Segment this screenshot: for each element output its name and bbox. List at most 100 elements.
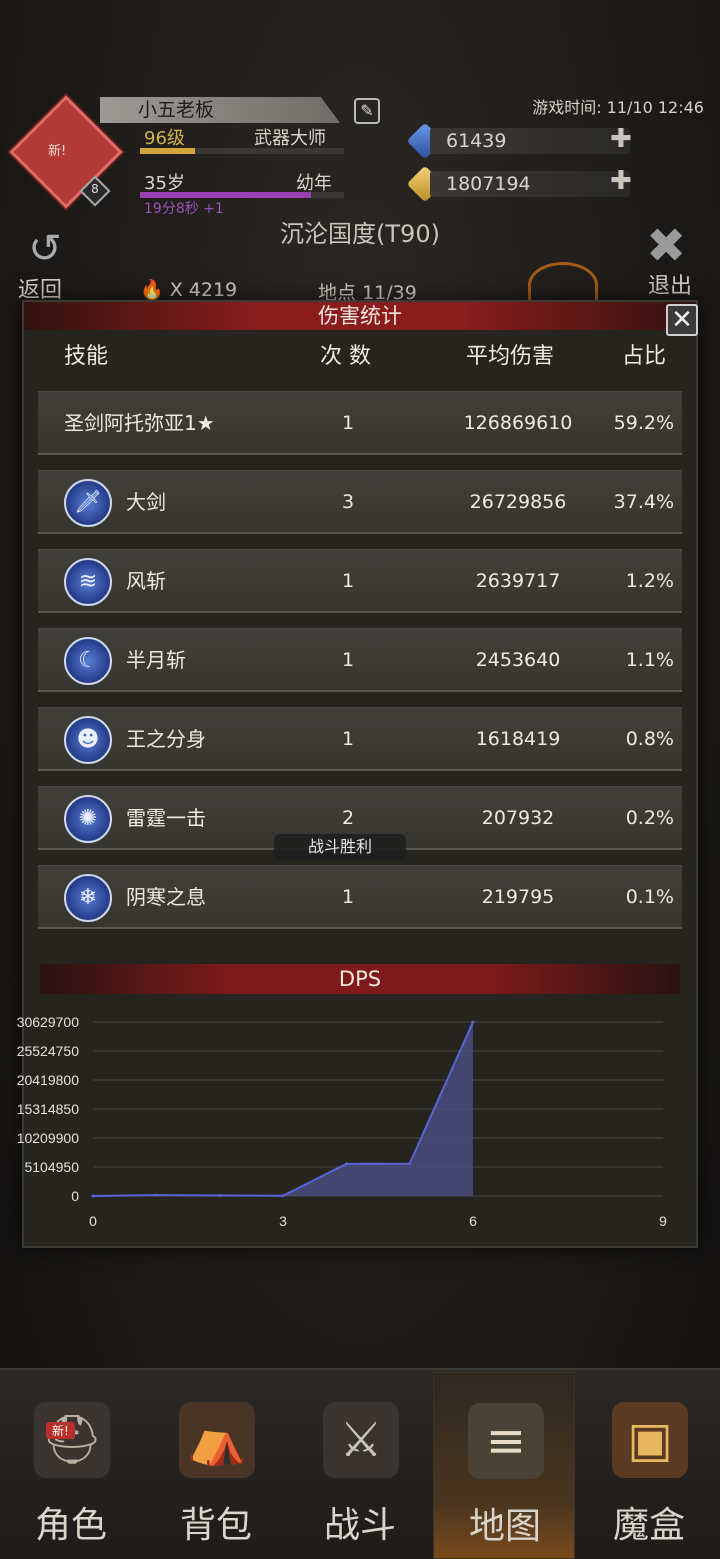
torch-icon: 🔥 [140,279,164,301]
y-tick-label: 5104950 [24,1159,79,1175]
y-tick-label: 20419800 [17,1072,80,1088]
column-header-avg-damage: 平均伤害 [466,344,555,369]
kill-count-value: X 4219 [169,279,238,301]
skill-name: 半月斩 [126,648,186,672]
column-header-skill: 技能 [64,344,109,369]
skill-avg-damage: 207932 [481,807,555,829]
skill-name: 王之分身 [126,727,206,751]
skill-ratio: 0.8% [625,728,674,750]
y-tick-label: 30629700 [17,1014,80,1030]
skill-avg-damage: 126869610 [463,412,573,434]
kill-count: 🔥 X 4219 [140,278,237,301]
xp-bar [140,148,344,154]
nav-tab-character[interactable]: ⛑ 新! 角色 [0,1372,142,1559]
table-row: 🗡 大剑 3 26729856 37.4% [38,470,682,534]
dps-point [154,1193,158,1197]
nav-label: 背包 [179,1505,252,1546]
dps-point [408,1162,412,1166]
dps-point [344,1162,348,1166]
new-badge: 新! [46,1422,75,1439]
skill-name: 阴寒之息 [126,885,206,909]
table-row: 圣剑阿托弥亚1★ 1 126869610 59.2% [38,391,682,455]
skill-count: 1 [341,649,355,671]
nav-label: 战斗 [323,1505,396,1546]
skill-count: 1 [341,886,355,908]
panel-title: 伤害统计 [24,302,696,330]
backpack-icon: ⛺ [179,1402,255,1478]
table-row: ❄ 阴寒之息 1 219795 0.1% [38,865,682,929]
table-row: ≋ 风斩 1 2639717 1.2% [38,549,682,613]
skill-ratio: 1.1% [625,649,674,671]
x-tick-label: 9 [659,1213,667,1229]
y-tick-label: 15314850 [17,1101,80,1117]
skill-ratio: 0.2% [625,807,674,829]
nav-tab-battle[interactable]: ⚔ 战斗 [289,1372,431,1559]
gem-count: 61439 [430,128,630,154]
dps-point [281,1194,285,1198]
dps-point [91,1194,95,1198]
dps-point [471,1020,475,1024]
nav-tab-backpack[interactable]: ⛺ 背包 [145,1372,287,1559]
skill-ratio: 1.2% [625,570,674,592]
sword-icon: 🗡 [64,479,112,527]
skill-avg-damage: 26729856 [469,491,567,513]
add-gems-button[interactable]: ✚ [610,124,632,154]
x-tick-label: 6 [469,1213,477,1229]
battle-victory-toast: 战斗胜利 [274,834,406,860]
skill-ratio: 0.1% [625,886,674,908]
skill-name: 大剑 [126,490,166,514]
back-icon[interactable]: ↺ [14,226,76,272]
wind-slash-icon: ≋ [64,558,112,606]
game-time: 游戏时间: 11/10 12:46 [532,98,704,117]
exit-button[interactable]: 退出 [648,268,692,300]
dps-chart: 0 5104950 10209900 15314850 20419800 25524750… [17,1014,667,1229]
frost-breath-icon: ❄ [64,874,112,922]
skill-ratio: 59.2% [613,412,674,434]
nav-tab-map[interactable]: ≡ 地图 [433,1372,575,1559]
crescent-icon: ☾ [64,637,112,685]
player-title: 武器大师 [254,128,326,149]
skill-count: 1 [341,412,355,434]
clone-icon: ☻ [64,716,112,764]
close-button[interactable]: ✕ [666,304,698,336]
skill-count: 1 [341,728,355,750]
edit-icon[interactable]: ✎ [354,98,380,124]
player-name: 小五老板 [100,97,340,123]
dps-title: DPS [40,964,680,994]
skill-count: 3 [341,491,355,513]
nav-label: 地图 [468,1506,541,1547]
dps-point [218,1194,222,1198]
y-tick-label: 25524750 [17,1043,80,1059]
skill-ratio: 37.4% [613,491,674,513]
avatar-level-text: 8 [91,182,99,196]
skill-name: 风斩 [126,569,166,593]
add-gold-button[interactable]: ✚ [610,166,632,196]
skill-count: 1 [341,570,355,592]
skill-avg-damage: 1618419 [475,728,561,750]
thunder-icon: ✺ [64,795,112,843]
x-tick-label: 3 [279,1213,287,1229]
helmet-icon: ⛑ [34,1402,110,1478]
scroll-map-icon: ≡ [468,1403,544,1479]
avatar-new-badge: 新! [48,144,67,159]
skill-avg-damage: 2453640 [475,649,561,671]
exit-icon[interactable]: ✖ [646,218,686,274]
skill-name: 圣剑阿托弥亚1★ [64,411,215,435]
column-header-count: 次 数 [320,344,371,369]
nav-label: 魔盒 [612,1505,685,1546]
column-header-ratio: 占比 [622,344,667,369]
skill-avg-damage: 2639717 [475,570,561,592]
skill-avg-damage: 219795 [481,886,555,908]
nav-tab-magic-box[interactable]: ▣ 魔盒 [578,1372,720,1559]
table-row: ☻ 王之分身 1 1618419 0.8% [38,707,682,771]
realm-title: 沉沦国度(T90) [280,220,440,248]
sword-shield-icon: ⚔ [323,1402,399,1478]
player-level: 96级 [144,128,185,149]
table-row: ☾ 半月斩 1 2453640 1.1% [38,628,682,692]
gold-count: 1807194 [430,171,630,197]
nav-label: 角色 [34,1505,107,1546]
y-tick-label: 10209900 [17,1130,80,1146]
x-tick-label: 0 [89,1213,97,1229]
skill-name: 雷霆一击 [126,806,206,830]
xp-bar-fill [140,148,196,154]
